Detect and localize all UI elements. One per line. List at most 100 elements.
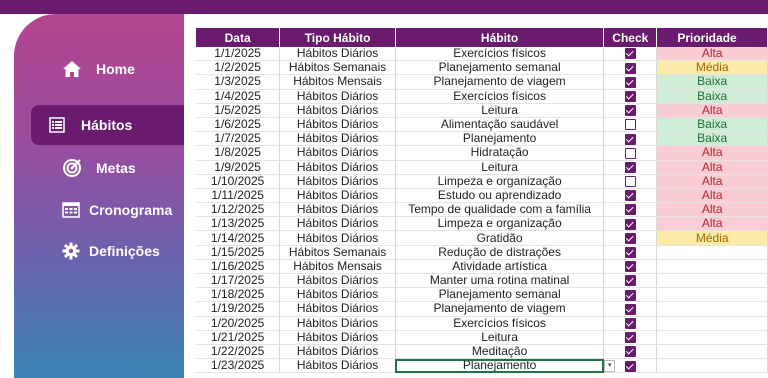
cell-prioridade[interactable]: [656, 358, 768, 374]
cell-habito[interactable]: Gratidão: [395, 230, 605, 246]
dropdown-arrow-icon[interactable]: ▾: [604, 360, 616, 373]
checkbox[interactable]: [624, 204, 636, 216]
cell-data[interactable]: 1/15/2025: [196, 245, 281, 260]
checkbox[interactable]: [624, 48, 636, 60]
cell-tipo-habito[interactable]: Hábitos Diários: [279, 273, 396, 289]
cell-tipo-habito[interactable]: Hábitos Diários: [279, 131, 396, 147]
cell-habito[interactable]: Planejamento de viagem: [395, 74, 605, 90]
cell-tipo-habito[interactable]: Hábitos Semanais: [279, 245, 396, 260]
cell-prioridade[interactable]: [656, 344, 768, 360]
cell-data[interactable]: 1/18/2025: [196, 287, 281, 303]
cell-tipo-habito[interactable]: Hábitos Diários: [279, 174, 396, 189]
cell-tipo-habito[interactable]: Hábitos Diários: [279, 301, 396, 317]
cell-data[interactable]: 1/1/2025: [196, 47, 281, 62]
cell-data[interactable]: 1/12/2025: [196, 202, 281, 218]
cell-check[interactable]: [603, 330, 658, 345]
cell-data[interactable]: 1/16/2025: [196, 259, 281, 275]
sidebar-item-metas[interactable]: Metas: [60, 153, 184, 183]
cell-check[interactable]: [603, 287, 658, 303]
cell-tipo-habito[interactable]: Hábitos Diários: [279, 160, 396, 175]
checkbox[interactable]: [624, 105, 636, 117]
cell-prioridade[interactable]: Baixa: [656, 74, 768, 90]
checkbox[interactable]: [624, 303, 636, 315]
cell-tipo-habito[interactable]: Hábitos Diários: [279, 230, 396, 246]
cell-habito[interactable]: Leitura: [395, 160, 605, 175]
cell-prioridade[interactable]: Alta: [656, 103, 768, 118]
cell-habito[interactable]: Alimentação saudável: [395, 117, 605, 133]
cell-habito[interactable]: Limpeza e organização: [395, 174, 605, 189]
cell-check[interactable]: [603, 188, 658, 204]
sidebar-item-home[interactable]: Home: [60, 54, 184, 84]
cell-check[interactable]: [603, 316, 658, 331]
cell-habito[interactable]: Exercícios físicos: [395, 89, 605, 104]
cell-habito[interactable]: Planejamento de viagem: [395, 301, 605, 317]
cell-prioridade[interactable]: Baixa: [656, 117, 768, 133]
cell-tipo-habito[interactable]: Hábitos Diários: [279, 145, 396, 161]
cell-data[interactable]: 1/11/2025: [196, 188, 281, 204]
header-habito[interactable]: Hábito: [395, 28, 605, 47]
checkbox[interactable]: [624, 346, 636, 358]
cell-data[interactable]: 1/19/2025: [196, 301, 281, 317]
cell-tipo-habito[interactable]: Hábitos Diários: [279, 330, 396, 345]
checkbox[interactable]: [624, 161, 636, 173]
cell-data[interactable]: 1/14/2025: [196, 230, 281, 246]
cell-tipo-habito[interactable]: Hábitos Diários: [279, 103, 396, 118]
cell-check[interactable]: [603, 131, 658, 147]
checkbox[interactable]: [624, 147, 636, 159]
checkbox[interactable]: [624, 317, 636, 329]
checkbox[interactable]: [624, 332, 636, 344]
cell-check[interactable]: [603, 103, 658, 118]
cell-check[interactable]: [603, 230, 658, 246]
cell-tipo-habito[interactable]: Hábitos Diários: [279, 188, 396, 204]
cell-check[interactable]: [603, 273, 658, 289]
cell-tipo-habito[interactable]: Hábitos Mensais: [279, 74, 396, 90]
cell-check[interactable]: [603, 145, 658, 161]
cell-habito[interactable]: Exercícios físicos: [395, 316, 605, 331]
cell-tipo-habito[interactable]: Hábitos Diários: [279, 316, 396, 331]
cell-habito[interactable]: Planejamento: [395, 131, 605, 147]
cell-prioridade[interactable]: [656, 273, 768, 289]
cell-tipo-habito[interactable]: Hábitos Diários: [279, 287, 396, 303]
header-data[interactable]: Data: [196, 28, 281, 47]
checkbox[interactable]: [624, 275, 636, 287]
cell-habito[interactable]: Estudo ou aprendizado: [395, 188, 605, 204]
cell-prioridade[interactable]: [656, 245, 768, 260]
cell-check[interactable]: [603, 47, 658, 62]
cell-check[interactable]: [603, 74, 658, 90]
cell-prioridade[interactable]: [656, 287, 768, 303]
cell-tipo-habito[interactable]: Hábitos Diários: [279, 89, 396, 104]
cell-prioridade[interactable]: Alta: [656, 47, 768, 62]
cell-tipo-habito[interactable]: Hábitos Diários: [279, 117, 396, 133]
cell-habito[interactable]: Limpeza e organização: [395, 216, 605, 232]
sidebar-item-definicoes[interactable]: Definições: [59, 236, 184, 266]
cell-data[interactable]: 1/2/2025: [196, 60, 281, 76]
cell-data[interactable]: 1/10/2025: [196, 174, 281, 189]
cell-data[interactable]: 1/20/2025: [196, 316, 281, 331]
cell-tipo-habito[interactable]: Hábitos Diários: [279, 358, 396, 374]
cell-prioridade[interactable]: Alta: [656, 202, 768, 218]
cell-prioridade[interactable]: Média: [656, 60, 768, 76]
cell-tipo-habito[interactable]: Hábitos Diários: [279, 216, 396, 232]
cell-data[interactable]: 1/7/2025: [196, 131, 281, 147]
checkbox[interactable]: [624, 76, 636, 88]
cell-data[interactable]: 1/22/2025: [196, 344, 281, 360]
cell-check[interactable]: [603, 117, 658, 133]
cell-prioridade[interactable]: [656, 301, 768, 317]
cell-check[interactable]: [603, 245, 658, 260]
checkbox[interactable]: [624, 232, 636, 244]
cell-tipo-habito[interactable]: Hábitos Diários: [279, 344, 396, 360]
cell-prioridade[interactable]: Alta: [656, 160, 768, 175]
cell-data[interactable]: 1/8/2025: [196, 145, 281, 161]
sidebar-item-habitos[interactable]: Hábitos: [31, 105, 184, 145]
checkbox[interactable]: [624, 261, 636, 273]
cell-prioridade[interactable]: [656, 259, 768, 275]
cell-tipo-habito[interactable]: Hábitos Diários: [279, 47, 396, 62]
cell-prioridade[interactable]: Alta: [656, 145, 768, 161]
sidebar-item-cronograma[interactable]: Cronograma: [59, 195, 184, 225]
checkbox[interactable]: [624, 119, 636, 131]
cell-data[interactable]: 1/4/2025: [196, 89, 281, 104]
cell-habito[interactable]: Atividade artística: [395, 259, 605, 275]
cell-data[interactable]: 1/6/2025: [196, 117, 281, 133]
cell-tipo-habito[interactable]: Hábitos Diários: [279, 202, 396, 218]
cell-tipo-habito[interactable]: Hábitos Semanais: [279, 60, 396, 76]
